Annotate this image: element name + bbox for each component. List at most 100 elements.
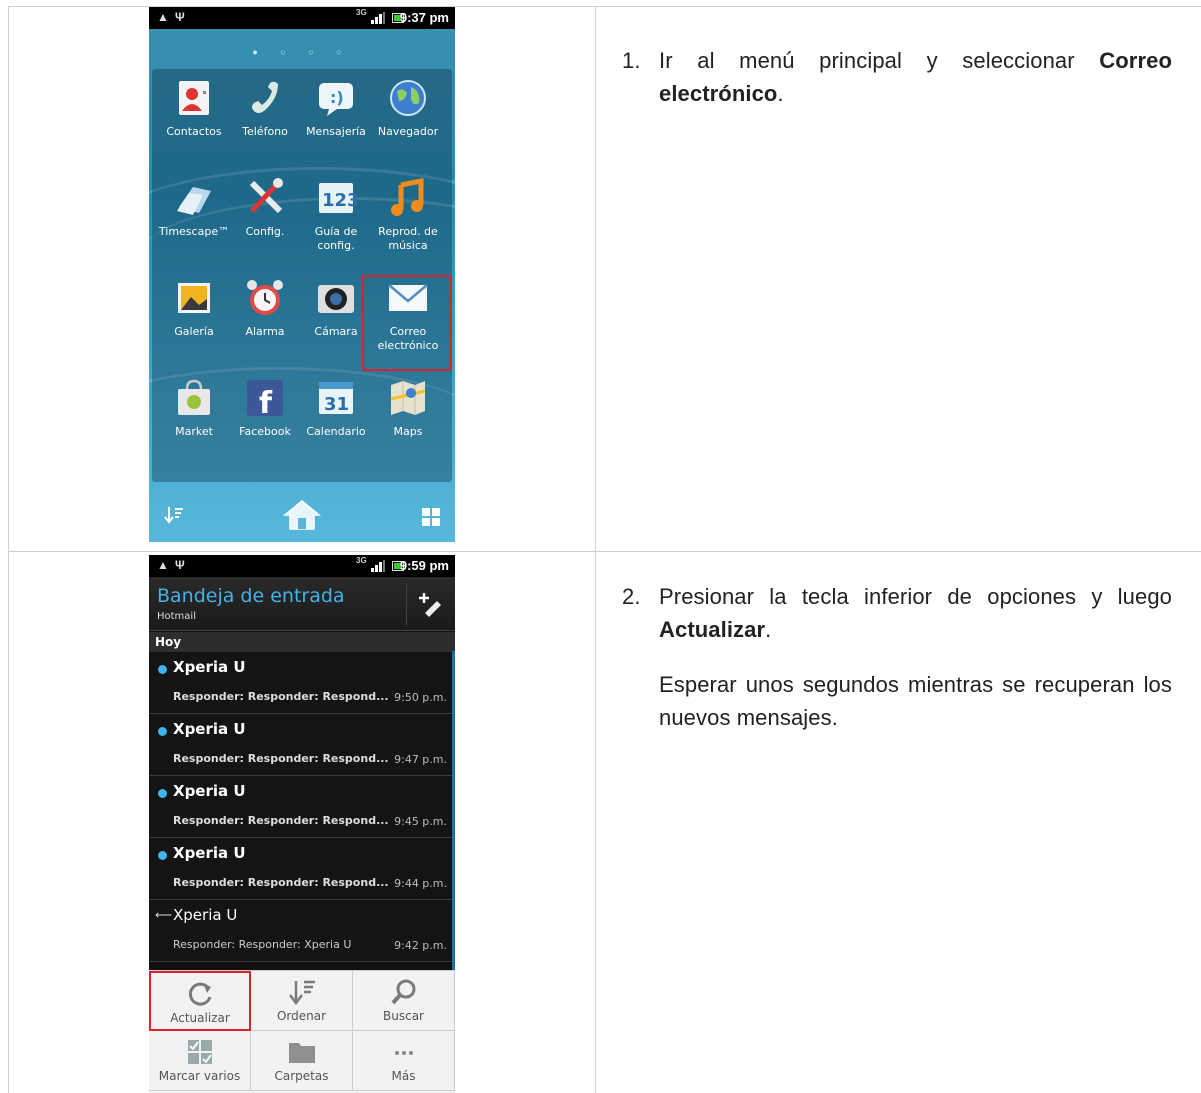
menu-item-ordenar[interactable]: Ordenar <box>251 971 353 1031</box>
message-time: 9:45 p.m. <box>394 815 447 828</box>
header-divider <box>406 583 407 625</box>
app-gallery[interactable]: Galería <box>156 277 232 339</box>
options-menu: Actualizar Ordenar Buscar Marcar varios Carp… <box>149 970 455 1093</box>
page-indicator-dots: ● ○ ○ ○ <box>252 47 352 57</box>
svg-text:123: 123 <box>322 190 357 211</box>
replied-arrow-icon: ⟵ <box>155 908 173 922</box>
message-subject: Responder: Responder: Respond... <box>173 814 389 827</box>
sort-arrow-icon[interactable] <box>163 505 185 527</box>
step-bold-target: Actualizar <box>659 617 766 642</box>
app-alarm-clock[interactable]: Alarma <box>227 277 303 339</box>
step-1-instruction: 1. Ir al menú principal y seleccionar Co… <box>622 44 1172 110</box>
step-number: 2. <box>622 584 641 609</box>
message-row[interactable]: Xperia U Responder: Responder: Respond...… <box>149 838 452 900</box>
maps-icon <box>387 377 429 419</box>
setup-guide-icon: 123 <box>315 177 360 219</box>
sort-icon <box>287 977 317 1007</box>
svg-text::): :) <box>330 88 344 107</box>
app-messaging[interactable]: :) Mensajería <box>298 77 374 139</box>
bottom-bar <box>149 485 455 542</box>
menu-item-label: Actualizar <box>170 1011 230 1025</box>
app-label: Config. <box>245 225 285 238</box>
refresh-icon <box>185 979 215 1009</box>
menu-item-actualizar[interactable]: Actualizar <box>149 971 251 1031</box>
inbox-title: Bandeja de entrada <box>157 585 345 607</box>
app-contacts[interactable]: Contactos <box>156 77 232 139</box>
app-label: Guía de config. <box>314 225 358 252</box>
message-subject: Responder: Responder: Respond... <box>173 752 389 765</box>
table-row-divider <box>8 551 1201 552</box>
app-grid-icon[interactable] <box>421 507 441 527</box>
section-header-today: Hoy <box>149 632 455 652</box>
message-row[interactable]: Xperia U Responder: Responder: Respond...… <box>149 776 452 838</box>
unread-dot-icon <box>158 789 167 798</box>
camera-icon <box>315 277 357 319</box>
status-time: 9:37 pm <box>399 10 449 25</box>
step-text: Presionar la tecla inferior de opciones … <box>659 584 1172 609</box>
music-note-icon <box>387 177 429 219</box>
compose-icon[interactable] <box>417 591 443 617</box>
step-text-end: . <box>777 81 784 106</box>
alarm-clock-icon <box>244 277 286 319</box>
android-debug-icon: ▲ <box>157 10 169 24</box>
app-label: Alarma <box>245 325 285 338</box>
status-time: 9:59 pm <box>399 558 449 573</box>
app-market-bag[interactable]: Market <box>156 377 232 439</box>
app-label: Timescape™ <box>158 225 230 238</box>
app-browser-globe[interactable]: Navegador <box>370 77 446 139</box>
table-column-divider <box>595 6 596 1093</box>
highlight-correo-electronico <box>362 275 452 371</box>
message-sender: Xperia U <box>173 658 246 676</box>
message-row[interactable]: ⟵ Xperia U Responder: Responder: Xperia U 9… <box>149 900 452 962</box>
unread-dot-icon <box>158 727 167 736</box>
app-label: Market <box>175 425 213 438</box>
menu-item-carpetas[interactable]: Carpetas <box>251 1031 353 1091</box>
app-timescape[interactable]: Timescape™ <box>156 177 232 239</box>
browser-globe-icon <box>387 77 429 119</box>
app-maps[interactable]: Maps <box>370 377 446 439</box>
network-type: 3G <box>356 8 367 17</box>
table-border-left <box>8 6 9 1093</box>
usb-icon: Ψ <box>175 10 185 24</box>
svg-text:f: f <box>259 386 273 419</box>
scroll-indicator <box>452 651 455 971</box>
message-subject: Responder: Responder: Xperia U <box>173 938 352 951</box>
message-sender: Xperia U <box>173 782 246 800</box>
message-subject: Responder: Responder: Respond... <box>173 690 389 703</box>
menu-item-mas[interactable]: Más <box>353 1031 455 1091</box>
app-settings-tools[interactable]: Config. <box>227 177 303 239</box>
message-row[interactable]: Xperia U Responder: Responder: Respond...… <box>149 714 452 776</box>
app-label: Navegador <box>377 125 439 138</box>
folder-icon <box>287 1037 317 1067</box>
message-time: 9:47 p.m. <box>394 753 447 766</box>
menu-item-buscar[interactable]: Buscar <box>353 971 455 1031</box>
menu-item-marcar-varios[interactable]: Marcar varios <box>149 1031 251 1091</box>
email-inbox-screenshot: ▲ Ψ 3G 9:59 pm Bandeja de entrada Hotmai… <box>149 555 455 1093</box>
app-facebook[interactable]: f Facebook <box>227 377 303 439</box>
step-2-instruction: 2. Presionar la tecla inferior de opcion… <box>622 580 1172 734</box>
step-text: Ir al menú principal y seleccionar <box>659 48 1100 73</box>
signal-icon <box>371 12 385 24</box>
app-label: Contactos <box>166 125 222 138</box>
app-music-note[interactable]: Reprod. de música <box>370 177 446 253</box>
menu-item-label: Ordenar <box>276 1009 327 1023</box>
step-2-note: Esperar unos segundos mientras se recupe… <box>659 672 1172 730</box>
message-sender: Xperia U <box>173 844 246 862</box>
app-phone[interactable]: Teléfono <box>227 77 303 139</box>
menu-item-label: Carpetas <box>274 1069 329 1083</box>
message-time: 9:44 p.m. <box>394 877 447 890</box>
status-bar: ▲ Ψ 3G 9:59 pm <box>149 555 455 577</box>
home-screen-screenshot: ▲ Ψ 3G 9:37 pm ● ○ ○ ○ Contactos Teléfono… <box>149 7 455 542</box>
home-icon[interactable] <box>283 499 321 531</box>
message-row[interactable]: Xperia U Responder: Responder: Respond...… <box>149 652 452 714</box>
network-type: 3G <box>356 556 367 565</box>
app-label: Maps <box>393 425 423 438</box>
unread-dot-icon <box>158 851 167 860</box>
app-label: Galería <box>174 325 214 338</box>
app-setup-guide[interactable]: 123 Guía de config. <box>298 177 374 253</box>
status-bar: ▲ Ψ 3G 9:37 pm <box>149 7 455 29</box>
timescape-icon <box>173 177 215 219</box>
app-calendar[interactable]: 31 Calendario <box>298 377 374 439</box>
android-debug-icon: ▲ <box>157 558 169 572</box>
search-icon <box>389 977 419 1007</box>
